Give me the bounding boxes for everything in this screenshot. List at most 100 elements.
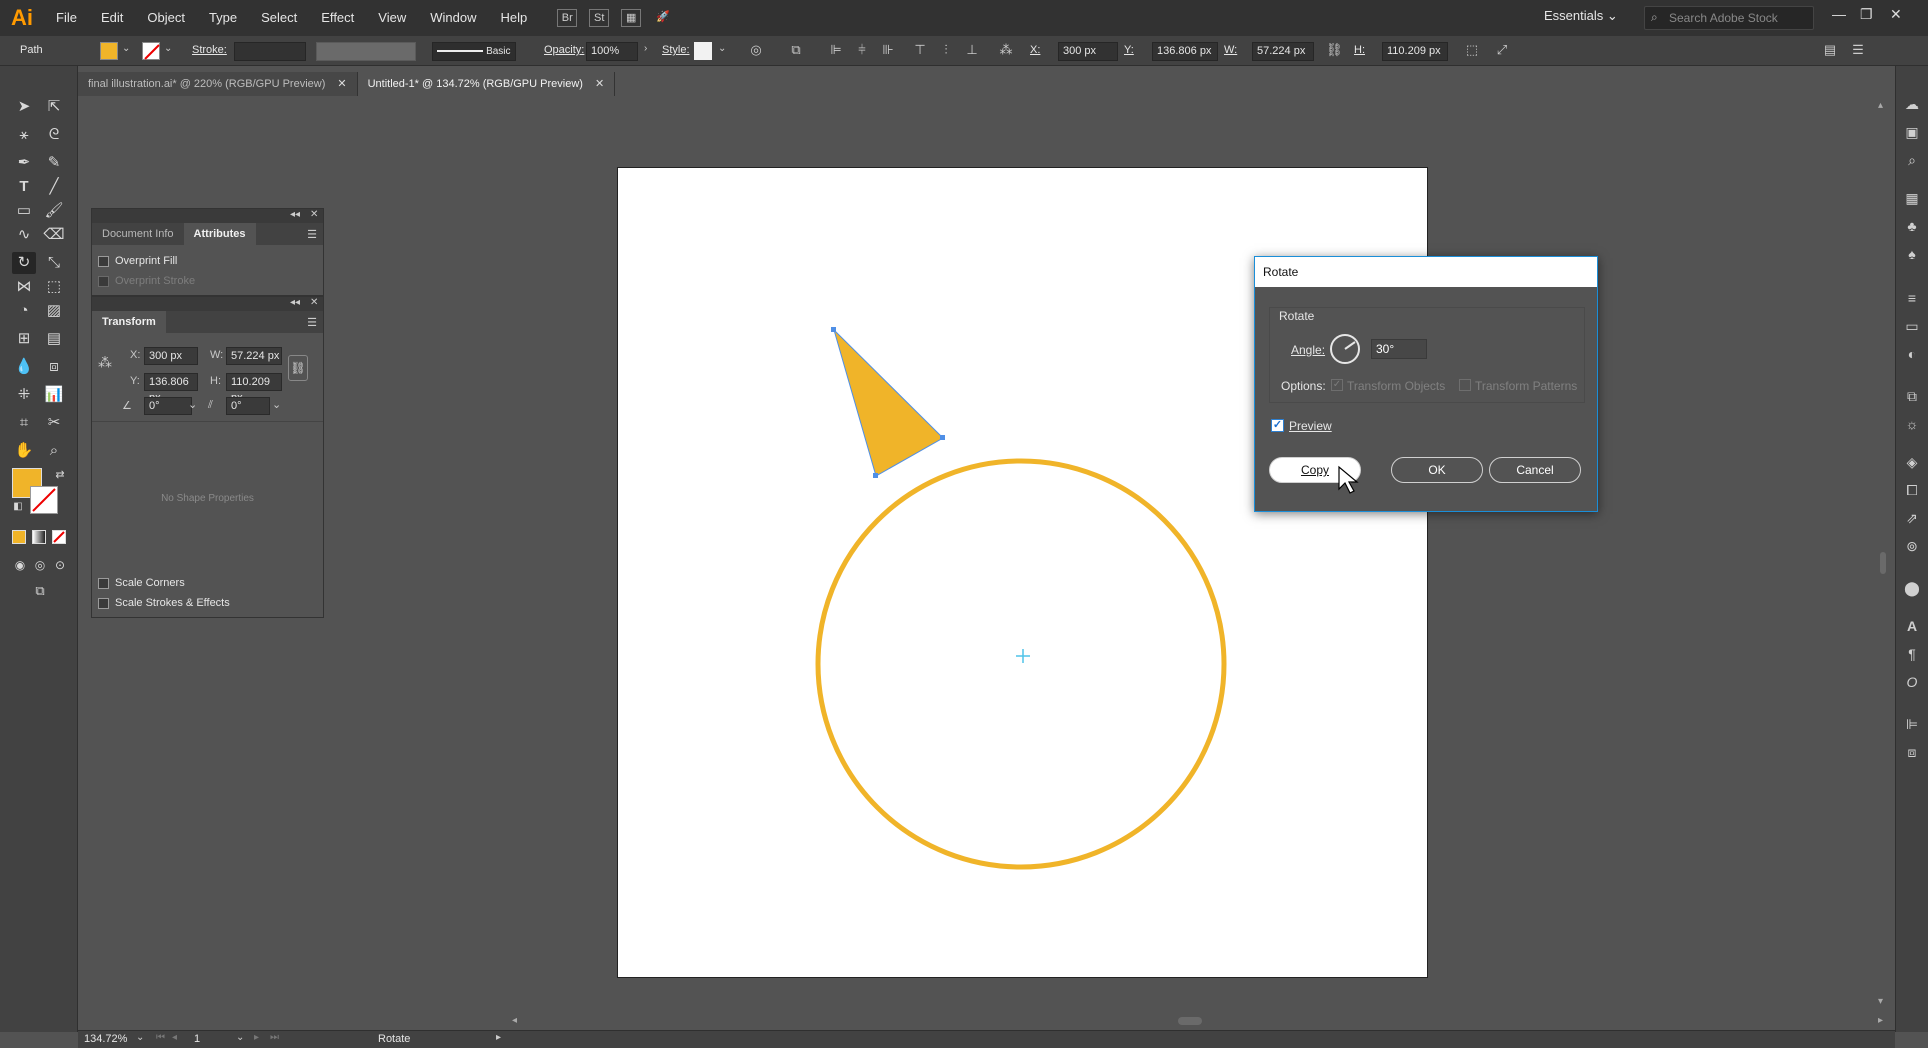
align-vertical-center-icon[interactable]: ⫶: [938, 42, 954, 58]
hand-tool-icon[interactable]: ✋: [12, 440, 36, 462]
triangle-shape[interactable]: [832, 328, 944, 477]
change-screen-mode-icon[interactable]: ⧉: [28, 580, 52, 602]
search-stock-input[interactable]: ⌕ Search Adobe Stock: [1644, 6, 1814, 30]
panel-menu-icon[interactable]: ☰: [307, 228, 317, 241]
character-icon[interactable]: A: [1902, 616, 1922, 636]
fill-swatch[interactable]: [100, 42, 118, 60]
gpu-performance-icon[interactable]: 🚀: [653, 9, 673, 27]
circle-shape[interactable]: [815, 458, 1227, 870]
collapse-panel-icon[interactable]: ◂◂: [290, 297, 300, 308]
magic-wand-tool-icon[interactable]: ⚹: [12, 124, 36, 146]
stroke-panel-icon[interactable]: ≡: [1902, 288, 1922, 308]
reference-point-icon[interactable]: ⁂: [998, 42, 1014, 58]
rectangle-tool-icon[interactable]: ▭: [12, 200, 36, 222]
appearance-icon[interactable]: ◐: [1902, 344, 1922, 364]
symbols-icon[interactable]: ♠: [1902, 244, 1922, 264]
align-panel-icon[interactable]: ⊫: [1902, 714, 1922, 734]
menu-edit[interactable]: Edit: [89, 0, 135, 36]
angle-input[interactable]: 30°: [1371, 339, 1427, 359]
close-icon[interactable]: ✕: [337, 72, 346, 96]
zoom-level-field[interactable]: 134.72%: [84, 1033, 136, 1047]
scroll-up-icon[interactable]: ▴: [1878, 100, 1883, 111]
menu-effect[interactable]: Effect: [309, 0, 366, 36]
selection-tool-icon[interactable]: ➤: [12, 96, 36, 118]
close-window-button[interactable]: ✕: [1890, 6, 1902, 23]
brush-definition-field[interactable]: Basic: [432, 42, 516, 61]
rotate-origin-icon[interactable]: [1016, 649, 1030, 663]
libraries-icon[interactable]: ▣: [1902, 122, 1922, 142]
fill-dropdown-icon[interactable]: ⌄: [122, 43, 130, 54]
artboard-tool-icon[interactable]: ⌗: [12, 412, 36, 434]
bridge-icon[interactable]: Br: [557, 9, 578, 27]
stock-icon[interactable]: St: [589, 9, 610, 27]
transform-h-field[interactable]: 110.209 px: [226, 373, 282, 404]
line-tool-icon[interactable]: ╱: [42, 176, 66, 198]
opacity-field[interactable]: 100%: [586, 42, 638, 61]
chevron-down-icon[interactable]: ⌄: [136, 1032, 144, 1043]
menu-file[interactable]: File: [44, 0, 89, 36]
menu-view[interactable]: View: [366, 0, 418, 36]
pen-tool-icon[interactable]: ✒: [12, 152, 36, 174]
scroll-thumb[interactable]: [1178, 1017, 1202, 1025]
paragraph-icon[interactable]: ¶: [1902, 644, 1922, 664]
collapse-panel-icon[interactable]: ◂◂: [290, 209, 300, 220]
align-top-icon[interactable]: ⊤: [912, 42, 928, 58]
minimize-button[interactable]: —: [1832, 6, 1846, 22]
align-horizontal-center-icon[interactable]: ⫩: [854, 42, 870, 58]
layers-icon[interactable]: ◈: [1902, 452, 1922, 472]
stroke-dropdown-icon[interactable]: ⌄: [164, 43, 172, 54]
align-right-icon[interactable]: ⊪: [880, 42, 896, 58]
tab-attributes[interactable]: Attributes: [183, 223, 256, 245]
symbol-sprayer-tool-icon[interactable]: ⁜: [12, 384, 36, 406]
overprint-fill-row[interactable]: Overprint Fill: [92, 251, 323, 271]
stroke-weight-field[interactable]: [234, 42, 306, 61]
first-artboard-icon[interactable]: ⏮: [156, 1032, 165, 1043]
transform-w-field[interactable]: 57.224 px: [226, 347, 282, 365]
chevron-down-icon[interactable]: ⌄: [236, 1032, 244, 1043]
scale-tool-icon[interactable]: ⤡: [42, 252, 66, 274]
align-bottom-icon[interactable]: ⊥: [964, 42, 980, 58]
stroke-label[interactable]: Stroke:: [192, 44, 227, 56]
panel-menu-icon[interactable]: ☰: [307, 316, 317, 329]
angle-dial-icon[interactable]: [1329, 333, 1361, 365]
transform-panel-icon[interactable]: ⧈: [1902, 742, 1922, 762]
color-mode-icon[interactable]: [12, 530, 26, 544]
anchor-point[interactable]: [831, 327, 836, 332]
menu-object[interactable]: Object: [135, 0, 197, 36]
isolate-icon[interactable]: ⤢: [1494, 42, 1510, 58]
w-field[interactable]: 57.224 px: [1252, 42, 1314, 61]
workspace-switcher[interactable]: Essentials ⌄: [1544, 8, 1618, 24]
scroll-left-icon[interactable]: ◂: [512, 1015, 517, 1026]
transform-icon[interactable]: ⬚: [1464, 42, 1480, 58]
creative-cloud-icon[interactable]: ⊚: [1902, 536, 1922, 556]
menu-help[interactable]: Help: [488, 0, 539, 36]
restore-button[interactable]: ❐: [1860, 6, 1873, 23]
transform-y-field[interactable]: 136.806 px: [144, 373, 198, 404]
vertical-scrollbar[interactable]: ▴ ▾: [1874, 96, 1892, 1012]
chevron-down-icon[interactable]: ⌄: [272, 398, 281, 411]
constrain-proportions-icon[interactable]: ⛓: [1326, 42, 1343, 58]
next-artboard-icon[interactable]: ▸: [254, 1032, 259, 1043]
y-field[interactable]: 136.806 px: [1152, 42, 1218, 61]
tab-final-illustration[interactable]: final illustration.ai* @ 220% (RGB/GPU P…: [78, 72, 358, 96]
constrain-proportions-icon[interactable]: ⛓: [288, 355, 308, 381]
graphic-styles-icon[interactable]: ☼: [1902, 414, 1922, 434]
slice-tool-icon[interactable]: ✂: [42, 412, 66, 434]
blend-tool-icon[interactable]: ⧈: [42, 356, 66, 378]
graphic-style-swatch[interactable]: [694, 42, 712, 60]
last-artboard-icon[interactable]: ⏭: [270, 1032, 279, 1043]
rotate-tool-icon[interactable]: ↻: [12, 252, 36, 274]
style-label[interactable]: Style:: [662, 44, 690, 56]
swap-fill-stroke-icon[interactable]: ⇄: [48, 464, 72, 486]
menu-type[interactable]: Type: [197, 0, 249, 36]
align-to-icon[interactable]: ⧉: [788, 42, 804, 58]
eraser-tool-icon[interactable]: ⌫: [42, 224, 66, 246]
cancel-button[interactable]: Cancel: [1489, 457, 1581, 483]
h-field[interactable]: 110.209 px: [1382, 42, 1448, 61]
tab-document-info[interactable]: Document Info: [92, 223, 184, 245]
lasso-tool-icon[interactable]: ᘓ: [42, 124, 66, 146]
color-guide-icon[interactable]: ⌕: [1902, 150, 1922, 170]
scroll-down-icon[interactable]: ▾: [1878, 996, 1883, 1007]
pathfinder-icon[interactable]: ⬤: [1902, 578, 1922, 598]
default-colors-icon[interactable]: ◧: [6, 496, 30, 518]
